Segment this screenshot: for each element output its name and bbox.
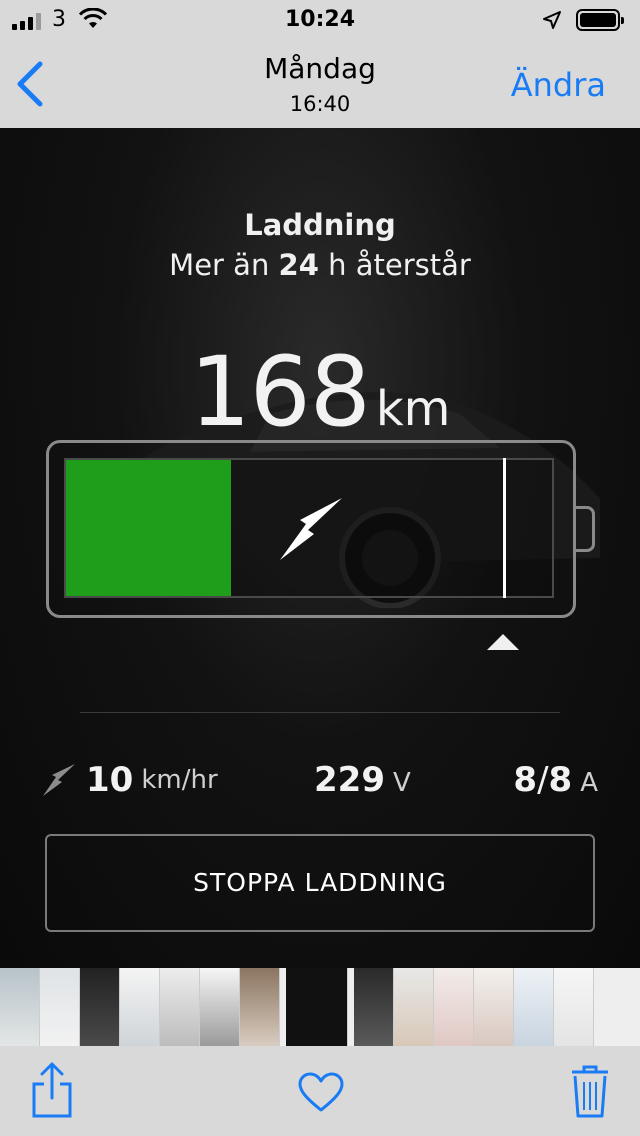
nav-bar: Måndag 16:40 Ändra xyxy=(0,40,640,128)
voltage-unit: V xyxy=(392,768,411,798)
range-unit: km xyxy=(375,381,451,437)
charge-rate-unit: km/hr xyxy=(141,765,218,795)
charging-bolt-icon xyxy=(43,764,75,796)
charge-rate: 10 km/hr xyxy=(42,760,218,800)
thumbnail-selected[interactable] xyxy=(286,968,348,1046)
trash-icon[interactable] xyxy=(570,1064,610,1118)
thumbnail[interactable] xyxy=(160,968,200,1046)
remaining-hours: 24 xyxy=(278,248,319,282)
status-bar: 3 10:24 xyxy=(0,0,640,40)
thumbnail[interactable] xyxy=(514,968,554,1046)
range-value: 168 xyxy=(189,336,371,448)
lightning-bolt-icon xyxy=(280,498,342,560)
thumbnail[interactable] xyxy=(474,968,514,1046)
charge-rate-value: 10 xyxy=(86,760,134,800)
thumbnail[interactable] xyxy=(120,968,160,1046)
share-icon[interactable] xyxy=(30,1062,74,1118)
time-remaining: Mer än 24 h återstår xyxy=(0,248,640,282)
voltage: 229 V xyxy=(314,760,411,800)
bottom-toolbar xyxy=(0,1046,640,1136)
thumbnail[interactable] xyxy=(200,968,240,1046)
charging-screenshot: Laddning Mer än 24 h återstår 168 km 10 km… xyxy=(0,128,640,968)
current-value: 8 xyxy=(513,760,538,800)
thumbnail[interactable] xyxy=(240,968,280,1046)
thumbnail[interactable] xyxy=(394,968,434,1046)
voltage-value: 229 xyxy=(314,760,385,800)
thumbnail[interactable] xyxy=(354,968,394,1046)
heart-icon[interactable] xyxy=(298,1072,344,1112)
battery-icon xyxy=(576,9,624,31)
current: 8/8 A xyxy=(513,760,598,800)
thumbnail[interactable] xyxy=(434,968,474,1046)
charging-status: Laddning xyxy=(244,208,396,242)
range-display: 168 km xyxy=(0,336,640,448)
battery-terminal xyxy=(575,506,595,552)
current-separator: / xyxy=(537,760,549,800)
charge-limit-line xyxy=(503,458,506,598)
thumbnail[interactable] xyxy=(40,968,80,1046)
thumbnail[interactable] xyxy=(0,968,40,1046)
remaining-suffix: h återstår xyxy=(318,248,471,282)
thumbnail[interactable] xyxy=(80,968,120,1046)
edit-button[interactable]: Ändra xyxy=(511,66,606,104)
charge-limit-handle[interactable] xyxy=(487,634,519,650)
thumbnail-strip[interactable] xyxy=(0,968,640,1046)
location-icon xyxy=(542,10,562,36)
current-max: 8 xyxy=(548,760,573,800)
divider xyxy=(80,712,560,713)
thumbnail[interactable] xyxy=(554,968,594,1046)
current-unit: A xyxy=(580,768,598,798)
remaining-prefix: Mer än xyxy=(169,248,279,282)
battery-charge-fill xyxy=(66,460,231,596)
stop-charging-button[interactable]: STOPPA LADDNING xyxy=(45,834,595,932)
